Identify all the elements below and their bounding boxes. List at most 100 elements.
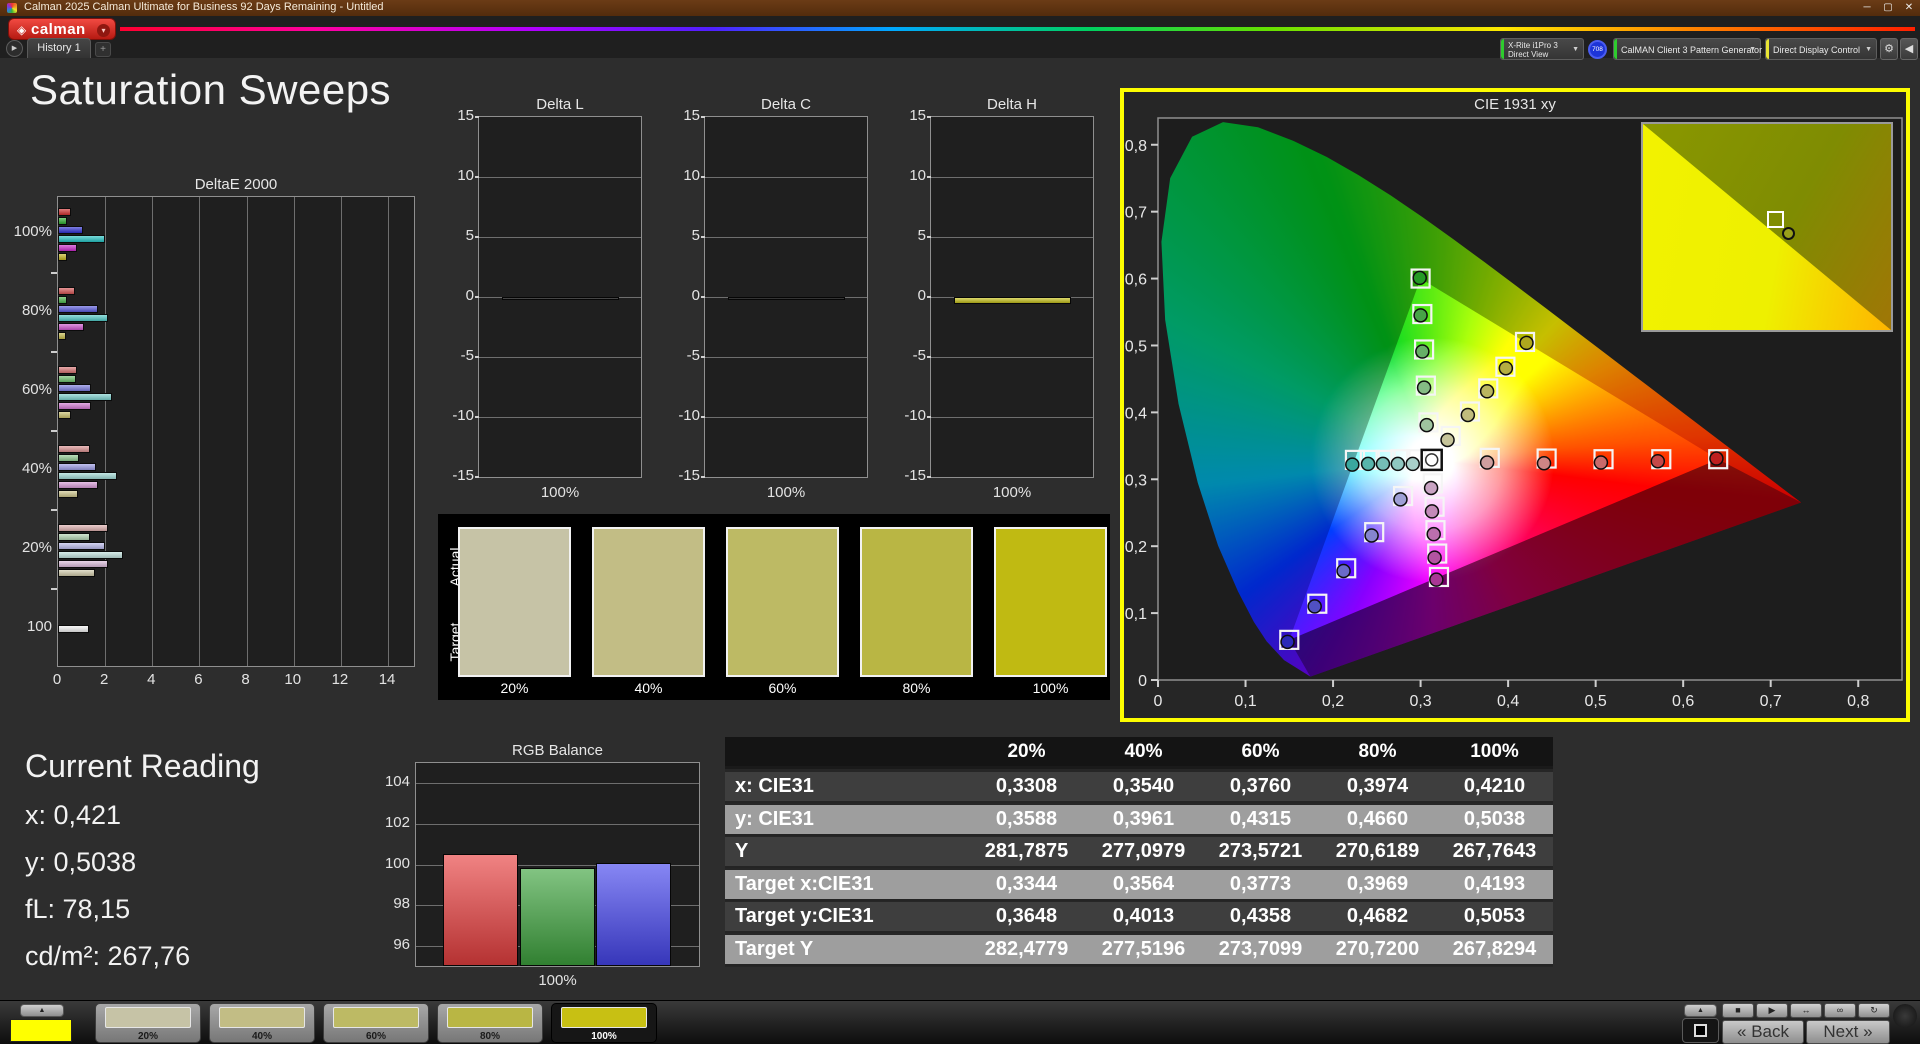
- gridline: [931, 177, 1093, 178]
- bottom-bar: ▲ 20% 40% 60% 80% 100% ▲ ■ ▶ ↔ ∞ ↻ « Back Next »: [0, 1000, 1920, 1044]
- expand-transport-button[interactable]: ▲: [1684, 1004, 1717, 1017]
- expand-patches-button[interactable]: ▲: [20, 1004, 64, 1017]
- patch-swatch: [219, 1007, 305, 1028]
- table-cell: 0,4682: [1346, 905, 1409, 927]
- y-axis-tick: [51, 351, 57, 353]
- table-cell: 0,5038: [1463, 807, 1526, 830]
- back-button[interactable]: « Back: [1722, 1020, 1804, 1044]
- y-tick-label: -10: [678, 407, 700, 424]
- deltae-bar: [58, 489, 79, 498]
- table-cell: 0,5053: [1463, 905, 1526, 927]
- y-axis-tick: [701, 236, 705, 238]
- measured-point-cyan: [1345, 457, 1360, 472]
- patch-button-20%[interactable]: 20%: [95, 1003, 201, 1043]
- add-tab-button[interactable]: +: [95, 42, 111, 57]
- delta-bar: [728, 297, 845, 300]
- calman-menu-button[interactable]: ◈ calman ▾: [8, 18, 116, 40]
- table-row: x: CIE31 0,3308 0,3540 0,3760 0,3974 0,4210: [725, 772, 1553, 803]
- x-tick-label: 12: [331, 671, 349, 688]
- gridline: [152, 197, 154, 666]
- display-control-dropdown[interactable]: Direct Display Control ▼: [1765, 38, 1877, 60]
- measurement-table: 20% 40% 60% 80% 100% x: CIE31 0,3308 0,3540 0,37…: [725, 737, 1553, 967]
- maximize-button[interactable]: ▢: [1879, 0, 1897, 15]
- y-group-label: 100: [26, 618, 52, 635]
- gridline: [105, 197, 107, 666]
- deltae-bar: [58, 331, 66, 340]
- measured-point-magenta: [1427, 550, 1442, 565]
- y-axis-tick: [701, 176, 705, 178]
- collapse-panel-button[interactable]: ◀: [1900, 38, 1918, 60]
- gridline: [931, 357, 1093, 358]
- y-tick-label: 0,8: [1125, 138, 1147, 155]
- pattern-generator-dropdown[interactable]: CalMAN Client 3 Pattern Generator ▼: [1613, 38, 1762, 60]
- gridline: [479, 177, 641, 178]
- chart-title: Delta H: [986, 96, 1038, 113]
- y-tick-label: 15: [683, 107, 700, 124]
- y-axis-tick: [51, 430, 57, 432]
- patch-button-100%[interactable]: 100%: [551, 1003, 657, 1043]
- table-cell: 277,0979: [1101, 840, 1186, 862]
- table-header-cell: 20%: [1007, 741, 1046, 762]
- table-header-cell: 80%: [1358, 741, 1397, 762]
- transport-button-1[interactable]: ▶: [1756, 1003, 1788, 1018]
- patch-label: 40%: [251, 1031, 272, 1042]
- x-tick-label: 0,2: [1322, 693, 1344, 710]
- minimize-button[interactable]: ─: [1858, 0, 1876, 15]
- tab-scroll-button[interactable]: ▶: [6, 40, 23, 57]
- reading-line: x: 0,421: [25, 800, 122, 830]
- measured-point-red: [1650, 453, 1666, 469]
- table-row: Target x:CIE31 0,3344 0,3564 0,3773 0,3969 0,…: [725, 869, 1553, 901]
- current-reading-title: Current Reading: [25, 748, 260, 784]
- meter-dropdown[interactable]: X-Rite i1Pro 3 Direct View ▼: [1500, 38, 1584, 60]
- table-row-label: Y: [735, 840, 749, 862]
- measured-point-green: [1416, 380, 1432, 395]
- transport-button-0[interactable]: ■: [1722, 1003, 1754, 1018]
- table-cell: 0,4315: [1229, 807, 1292, 830]
- x-tick-label: 4: [147, 671, 156, 688]
- table-cell: 0,4358: [1229, 905, 1292, 927]
- deltae-bar: [58, 313, 108, 322]
- deltae2000-chart: DeltaE 2000 0 2 4 6 8 10 12 14 100% 80% 60% 40% 20% 1…: [0, 176, 440, 706]
- deltae-bar: [58, 225, 83, 234]
- next-button[interactable]: Next »: [1806, 1020, 1890, 1044]
- patch-label: 100%: [591, 1031, 617, 1042]
- chart-title: RGB Balance: [512, 742, 603, 759]
- measured-point-yellow: [1460, 407, 1476, 423]
- gridline: [293, 197, 295, 666]
- table-cell: 0,3974: [1346, 775, 1409, 797]
- display-status-bar: [1766, 39, 1769, 59]
- patch-button-80%[interactable]: 80%: [437, 1003, 543, 1043]
- patch-button-60%[interactable]: 60%: [323, 1003, 429, 1043]
- chevron-down-icon: ▼: [1749, 46, 1756, 53]
- close-button[interactable]: ✕: [1900, 0, 1918, 15]
- chevron-down-icon[interactable]: ▾: [97, 24, 110, 37]
- gridline: [246, 197, 248, 666]
- settings-button[interactable]: ⚙: [1880, 38, 1898, 60]
- y-tick-label: 100: [384, 854, 410, 872]
- patch-button-40%[interactable]: 40%: [209, 1003, 315, 1043]
- patch-swatch: [105, 1007, 191, 1028]
- transport-button-3[interactable]: ∞: [1824, 1003, 1856, 1018]
- stop-pattern-button[interactable]: [1682, 1018, 1719, 1043]
- y-tick-label: 0,1: [1125, 606, 1147, 623]
- patch-swatch: [561, 1007, 647, 1028]
- x-tick-label: 0,8: [1847, 693, 1869, 710]
- rgb-bar: [520, 867, 595, 966]
- transport-button-4[interactable]: ↻: [1858, 1003, 1890, 1018]
- gear-icon: ⚙: [1884, 43, 1894, 55]
- table-cell: 0,3540: [1112, 775, 1175, 797]
- y-axis-tick: [475, 296, 479, 298]
- transport-button-2[interactable]: ↔: [1790, 1003, 1822, 1018]
- x-axis-label: 100%: [540, 484, 580, 501]
- delta-l-chart: Delta L 15 10 5 0 -5 -10 -15 100%: [430, 96, 660, 506]
- tab-history-1[interactable]: History 1: [27, 38, 91, 58]
- table-row-label: Target x:CIE31: [735, 872, 874, 895]
- y-axis-tick: [927, 416, 931, 418]
- y-tick-label: 15: [909, 107, 926, 124]
- table-cell: 0,3588: [995, 807, 1058, 830]
- table-cell: 0,3760: [1229, 775, 1292, 797]
- white-point: [1424, 453, 1439, 467]
- measured-point-magenta: [1423, 480, 1439, 496]
- next-arrows-icon: »: [1863, 1022, 1873, 1041]
- rgb-balance-chart: RGB Balance 96 98 100 102 104 100%: [360, 742, 705, 992]
